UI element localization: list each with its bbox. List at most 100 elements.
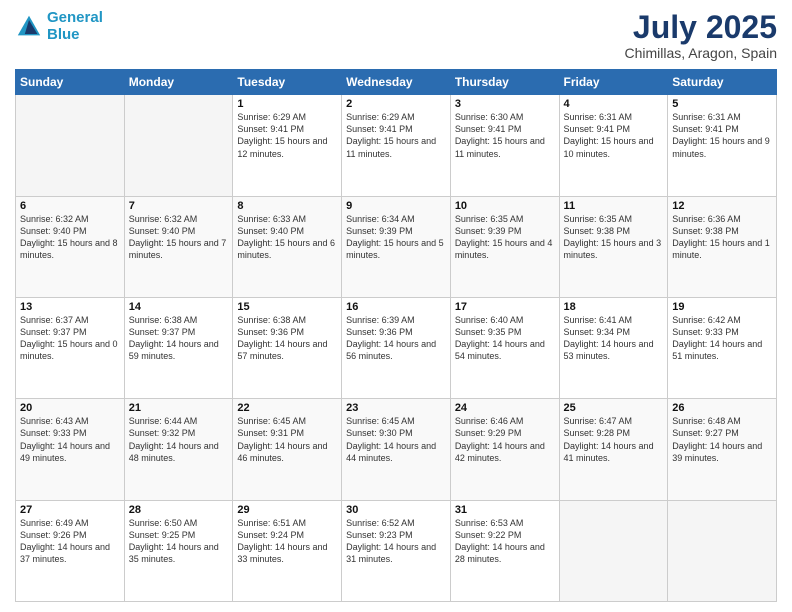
calendar-week-row: 27Sunrise: 6:49 AM Sunset: 9:26 PM Dayli…	[16, 500, 777, 601]
day-number: 2	[346, 98, 446, 110]
day-number: 10	[455, 200, 555, 212]
calendar-day-cell: 3Sunrise: 6:30 AM Sunset: 9:41 PM Daylig…	[450, 95, 559, 196]
month-year: July 2025	[624, 10, 777, 45]
day-info: Sunrise: 6:50 AM Sunset: 9:25 PM Dayligh…	[129, 517, 229, 566]
calendar-header: SundayMondayTuesdayWednesdayThursdayFrid…	[16, 70, 777, 95]
calendar-day-cell: 14Sunrise: 6:38 AM Sunset: 9:37 PM Dayli…	[124, 297, 233, 398]
day-number: 22	[237, 402, 337, 414]
day-info: Sunrise: 6:35 AM Sunset: 9:38 PM Dayligh…	[564, 213, 664, 262]
day-number: 13	[20, 301, 120, 313]
calendar-week-row: 1Sunrise: 6:29 AM Sunset: 9:41 PM Daylig…	[16, 95, 777, 196]
logo: General Blue	[15, 10, 103, 43]
day-number: 5	[672, 98, 772, 110]
calendar-day-cell: 7Sunrise: 6:32 AM Sunset: 9:40 PM Daylig…	[124, 196, 233, 297]
calendar-day-cell: 20Sunrise: 6:43 AM Sunset: 9:33 PM Dayli…	[16, 399, 125, 500]
day-info: Sunrise: 6:29 AM Sunset: 9:41 PM Dayligh…	[237, 111, 337, 160]
day-info: Sunrise: 6:48 AM Sunset: 9:27 PM Dayligh…	[672, 415, 772, 464]
title-block: July 2025 Chimillas, Aragon, Spain	[624, 10, 777, 61]
calendar-day-cell: 8Sunrise: 6:33 AM Sunset: 9:40 PM Daylig…	[233, 196, 342, 297]
calendar-day-cell: 10Sunrise: 6:35 AM Sunset: 9:39 PM Dayli…	[450, 196, 559, 297]
day-info: Sunrise: 6:34 AM Sunset: 9:39 PM Dayligh…	[346, 213, 446, 262]
day-info: Sunrise: 6:53 AM Sunset: 9:22 PM Dayligh…	[455, 517, 555, 566]
calendar-week-row: 6Sunrise: 6:32 AM Sunset: 9:40 PM Daylig…	[16, 196, 777, 297]
calendar-day-cell: 9Sunrise: 6:34 AM Sunset: 9:39 PM Daylig…	[342, 196, 451, 297]
day-info: Sunrise: 6:39 AM Sunset: 9:36 PM Dayligh…	[346, 314, 446, 363]
day-info: Sunrise: 6:29 AM Sunset: 9:41 PM Dayligh…	[346, 111, 446, 160]
day-number: 9	[346, 200, 446, 212]
day-info: Sunrise: 6:33 AM Sunset: 9:40 PM Dayligh…	[237, 213, 337, 262]
calendar-day-cell: 27Sunrise: 6:49 AM Sunset: 9:26 PM Dayli…	[16, 500, 125, 601]
calendar-day-cell: 30Sunrise: 6:52 AM Sunset: 9:23 PM Dayli…	[342, 500, 451, 601]
location: Chimillas, Aragon, Spain	[624, 45, 777, 61]
day-number: 3	[455, 98, 555, 110]
day-info: Sunrise: 6:44 AM Sunset: 9:32 PM Dayligh…	[129, 415, 229, 464]
day-number: 27	[20, 504, 120, 516]
day-info: Sunrise: 6:42 AM Sunset: 9:33 PM Dayligh…	[672, 314, 772, 363]
calendar-day-cell	[124, 95, 233, 196]
day-number: 23	[346, 402, 446, 414]
calendar-day-cell: 4Sunrise: 6:31 AM Sunset: 9:41 PM Daylig…	[559, 95, 668, 196]
day-info: Sunrise: 6:38 AM Sunset: 9:37 PM Dayligh…	[129, 314, 229, 363]
day-number: 11	[564, 200, 664, 212]
weekday-header-row: SundayMondayTuesdayWednesdayThursdayFrid…	[16, 70, 777, 95]
calendar-day-cell: 26Sunrise: 6:48 AM Sunset: 9:27 PM Dayli…	[668, 399, 777, 500]
day-number: 31	[455, 504, 555, 516]
calendar-day-cell: 29Sunrise: 6:51 AM Sunset: 9:24 PM Dayli…	[233, 500, 342, 601]
calendar-week-row: 13Sunrise: 6:37 AM Sunset: 9:37 PM Dayli…	[16, 297, 777, 398]
day-info: Sunrise: 6:41 AM Sunset: 9:34 PM Dayligh…	[564, 314, 664, 363]
calendar-day-cell: 18Sunrise: 6:41 AM Sunset: 9:34 PM Dayli…	[559, 297, 668, 398]
day-number: 1	[237, 98, 337, 110]
header: General Blue July 2025 Chimillas, Aragon…	[15, 10, 777, 61]
calendar-day-cell: 21Sunrise: 6:44 AM Sunset: 9:32 PM Dayli…	[124, 399, 233, 500]
day-number: 15	[237, 301, 337, 313]
day-number: 6	[20, 200, 120, 212]
day-info: Sunrise: 6:45 AM Sunset: 9:30 PM Dayligh…	[346, 415, 446, 464]
weekday-header-cell: Thursday	[450, 70, 559, 95]
calendar-day-cell: 5Sunrise: 6:31 AM Sunset: 9:41 PM Daylig…	[668, 95, 777, 196]
calendar-day-cell: 19Sunrise: 6:42 AM Sunset: 9:33 PM Dayli…	[668, 297, 777, 398]
calendar-day-cell: 1Sunrise: 6:29 AM Sunset: 9:41 PM Daylig…	[233, 95, 342, 196]
day-info: Sunrise: 6:51 AM Sunset: 9:24 PM Dayligh…	[237, 517, 337, 566]
weekday-header-cell: Wednesday	[342, 70, 451, 95]
weekday-header-cell: Friday	[559, 70, 668, 95]
day-info: Sunrise: 6:40 AM Sunset: 9:35 PM Dayligh…	[455, 314, 555, 363]
day-number: 21	[129, 402, 229, 414]
day-number: 25	[564, 402, 664, 414]
day-info: Sunrise: 6:46 AM Sunset: 9:29 PM Dayligh…	[455, 415, 555, 464]
day-number: 24	[455, 402, 555, 414]
calendar-day-cell: 12Sunrise: 6:36 AM Sunset: 9:38 PM Dayli…	[668, 196, 777, 297]
calendar-day-cell: 6Sunrise: 6:32 AM Sunset: 9:40 PM Daylig…	[16, 196, 125, 297]
calendar-body: 1Sunrise: 6:29 AM Sunset: 9:41 PM Daylig…	[16, 95, 777, 602]
day-info: Sunrise: 6:43 AM Sunset: 9:33 PM Dayligh…	[20, 415, 120, 464]
day-info: Sunrise: 6:31 AM Sunset: 9:41 PM Dayligh…	[672, 111, 772, 160]
calendar-day-cell: 24Sunrise: 6:46 AM Sunset: 9:29 PM Dayli…	[450, 399, 559, 500]
day-number: 29	[237, 504, 337, 516]
calendar-day-cell: 25Sunrise: 6:47 AM Sunset: 9:28 PM Dayli…	[559, 399, 668, 500]
calendar-day-cell: 11Sunrise: 6:35 AM Sunset: 9:38 PM Dayli…	[559, 196, 668, 297]
day-number: 14	[129, 301, 229, 313]
day-number: 12	[672, 200, 772, 212]
calendar-day-cell: 16Sunrise: 6:39 AM Sunset: 9:36 PM Dayli…	[342, 297, 451, 398]
day-number: 19	[672, 301, 772, 313]
calendar-day-cell: 2Sunrise: 6:29 AM Sunset: 9:41 PM Daylig…	[342, 95, 451, 196]
day-info: Sunrise: 6:30 AM Sunset: 9:41 PM Dayligh…	[455, 111, 555, 160]
day-number: 26	[672, 402, 772, 414]
calendar-day-cell: 15Sunrise: 6:38 AM Sunset: 9:36 PM Dayli…	[233, 297, 342, 398]
day-number: 28	[129, 504, 229, 516]
page: General Blue July 2025 Chimillas, Aragon…	[0, 0, 792, 612]
calendar-table: SundayMondayTuesdayWednesdayThursdayFrid…	[15, 69, 777, 602]
calendar-day-cell: 28Sunrise: 6:50 AM Sunset: 9:25 PM Dayli…	[124, 500, 233, 601]
day-info: Sunrise: 6:32 AM Sunset: 9:40 PM Dayligh…	[129, 213, 229, 262]
day-number: 18	[564, 301, 664, 313]
weekday-header-cell: Sunday	[16, 70, 125, 95]
logo-icon	[15, 13, 43, 41]
day-info: Sunrise: 6:31 AM Sunset: 9:41 PM Dayligh…	[564, 111, 664, 160]
day-info: Sunrise: 6:32 AM Sunset: 9:40 PM Dayligh…	[20, 213, 120, 262]
weekday-header-cell: Tuesday	[233, 70, 342, 95]
day-info: Sunrise: 6:49 AM Sunset: 9:26 PM Dayligh…	[20, 517, 120, 566]
day-info: Sunrise: 6:37 AM Sunset: 9:37 PM Dayligh…	[20, 314, 120, 363]
day-info: Sunrise: 6:38 AM Sunset: 9:36 PM Dayligh…	[237, 314, 337, 363]
calendar-day-cell	[668, 500, 777, 601]
day-info: Sunrise: 6:36 AM Sunset: 9:38 PM Dayligh…	[672, 213, 772, 262]
calendar-day-cell	[559, 500, 668, 601]
